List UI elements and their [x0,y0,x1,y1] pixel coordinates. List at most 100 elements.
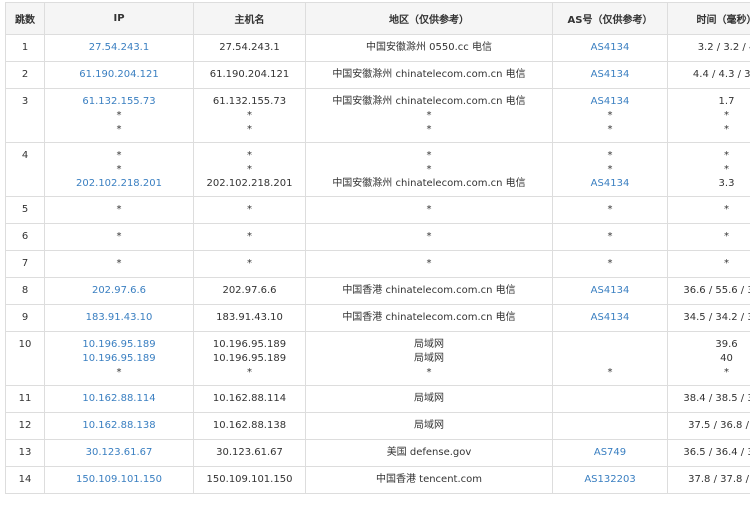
as-link[interactable]: AS4134 [591,178,630,189]
host-text: * [194,230,305,244]
time-cell: 1.7** [668,89,750,143]
time-cell: **3.3 [668,143,750,197]
line-wrapper: 27.54.243.1 [45,41,193,55]
time-cell: 4.4 / 4.3 / 3.6 [668,62,750,89]
line-wrapper: AS4134 [553,311,667,325]
region-text: * [306,366,552,380]
region-text: * [306,123,552,137]
ip-link[interactable]: 61.190.204.121 [79,69,159,80]
time-text: 4.4 / 4.3 / 3.6 [668,68,750,82]
line-wrapper: 10.196.95.189 [45,338,193,352]
ip-link[interactable]: 10.162.88.138 [82,420,155,431]
region-text: 中国安徽滁州 chinatelecom.com.cn 电信 [306,95,552,109]
as-link[interactable]: AS749 [594,447,626,458]
time-text: * [668,203,750,217]
hop-cell: 12 [6,413,45,440]
region-text: 局域网 [306,419,552,433]
region-cell: * [306,197,553,224]
as-cell: * [553,332,668,386]
as-text: * [553,257,667,271]
line-wrapper: AS4134 [553,41,667,55]
line-wrapper: 202.102.218.201 [45,177,193,191]
host-text: 10.196.95.189 [194,352,305,366]
ip-link[interactable]: 30.123.61.67 [86,447,153,458]
table-row: 127.54.243.127.54.243.1中国安徽滁州 0550.cc 电信… [6,35,750,62]
table-row: 1210.162.88.13810.162.88.138局域网 37.5 / 3… [6,413,750,440]
ip-link[interactable]: 10.196.95.189 [82,339,155,350]
as-text [553,352,667,366]
ip-cell: 10.162.88.138 [45,413,194,440]
host-text: 10.162.88.138 [194,419,305,433]
as-cell: * [553,197,668,224]
time-cell: 3.2 / 3.2 / 4 [668,35,750,62]
ip-text: * [45,123,193,137]
region-text: 中国安徽滁州 chinatelecom.com.cn 电信 [306,68,552,82]
hop-cell: 14 [6,467,45,494]
host-text: 10.162.88.114 [194,392,305,406]
time-cell: 39.640* [668,332,750,386]
hostname-cell: 10.162.88.114 [194,386,306,413]
time-text: * [668,257,750,271]
time-cell: * [668,197,750,224]
hop-cell: 10 [6,332,45,386]
hostname-cell: * [194,197,306,224]
ip-link[interactable]: 27.54.243.1 [89,42,149,53]
as-text [553,419,667,433]
hostname-cell: 10.162.88.138 [194,413,306,440]
time-text: 36.5 / 36.4 / 36.7 [668,446,750,460]
host-text: 10.196.95.189 [194,338,305,352]
time-text: 38.4 / 38.5 / 39.9 [668,392,750,406]
time-text: * [668,109,750,123]
ip-link[interactable]: 183.91.43.10 [86,312,153,323]
as-text: * [553,163,667,177]
as-cell: * [553,251,668,278]
table-row: 1010.196.95.18910.196.95.189*10.196.95.1… [6,332,750,386]
ip-link[interactable]: 61.132.155.73 [82,96,155,107]
region-text: * [306,203,552,217]
ip-link[interactable]: 10.196.95.189 [82,353,155,364]
region-cell: 中国香港 chinatelecom.com.cn 电信 [306,305,553,332]
as-link[interactable]: AS4134 [591,312,630,323]
time-text: 36.6 / 55.6 / 38.9 [668,284,750,298]
time-text: * [668,163,750,177]
table-row: 361.132.155.73**61.132.155.73**中国安徽滁州 ch… [6,89,750,143]
as-link[interactable]: AS4134 [591,42,630,53]
region-text: * [306,230,552,244]
time-cell: 37.8 / 37.8 / 38 [668,467,750,494]
as-text [553,338,667,352]
as-cell: AS132203 [553,467,668,494]
hostname-cell: 202.97.6.6 [194,278,306,305]
region-text: 局域网 [306,352,552,366]
host-text: 150.109.101.150 [194,473,305,487]
hostname-cell: 183.91.43.10 [194,305,306,332]
as-link[interactable]: AS4134 [591,69,630,80]
host-text: * [194,203,305,217]
ip-link[interactable]: 150.109.101.150 [76,474,162,485]
time-text: 39.6 [668,338,750,352]
time-cell: 36.5 / 36.4 / 36.7 [668,440,750,467]
as-text: * [553,123,667,137]
as-cell: AS4134 [553,305,668,332]
col-header-hop: 跳数 [6,3,45,35]
ip-text: * [45,366,193,380]
time-cell: * [668,224,750,251]
as-text: * [553,149,667,163]
as-link[interactable]: AS4134 [591,96,630,107]
as-cell: **AS4134 [553,143,668,197]
ip-link[interactable]: 202.97.6.6 [92,285,146,296]
ip-link[interactable]: 10.162.88.114 [82,393,155,404]
region-cell: 中国安徽滁州 0550.cc 电信 [306,35,553,62]
region-text: 中国香港 chinatelecom.com.cn 电信 [306,284,552,298]
line-wrapper: AS749 [553,446,667,460]
ip-link[interactable]: 202.102.218.201 [76,178,162,189]
as-cell [553,386,668,413]
hop-cell: 7 [6,251,45,278]
region-cell: 局域网 [306,386,553,413]
host-text: 202.102.218.201 [194,177,305,191]
as-link[interactable]: AS4134 [591,285,630,296]
as-link[interactable]: AS132203 [584,474,635,485]
time-text: 40 [668,352,750,366]
col-header-time: 时间（毫秒） [668,3,750,35]
line-wrapper: 10.196.95.189 [45,352,193,366]
ip-cell: 27.54.243.1 [45,35,194,62]
